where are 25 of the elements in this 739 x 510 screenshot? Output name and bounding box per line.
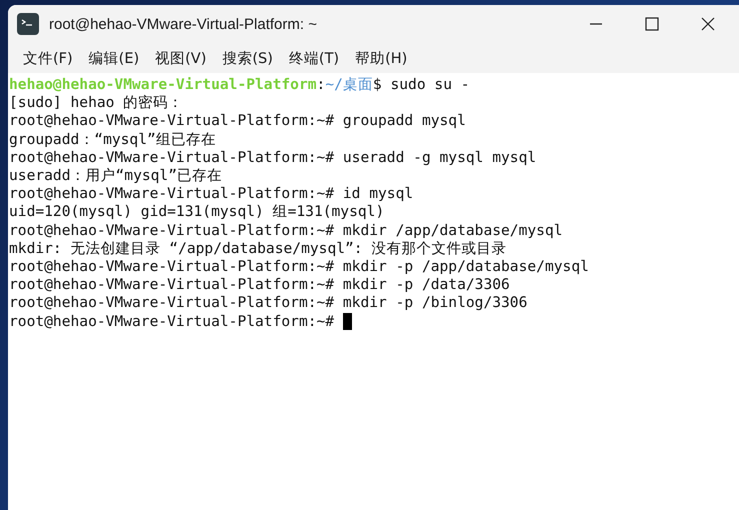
terminal-icon: [17, 13, 39, 35]
maximize-icon: [645, 17, 659, 31]
terminal-line: mkdir: 无法创建目录 “/app/database/mysql”: 没有那个文件或目录: [9, 240, 508, 258]
menu-item[interactable]: 视图(V): [147, 44, 214, 72]
terminal-line: root@hehao-VMware-Virtual-Platform:~# mkdir -p /binlog/3306: [9, 294, 528, 313]
window-title: root@hehao-VMware-Virtual-Platform: ~: [49, 16, 318, 32]
text-cursor: [343, 313, 352, 330]
terminal-line: uid=120(mysql) gid=131(mysql) 组=131(mysql): [9, 203, 386, 222]
terminal-line: groupadd：“mysql”组已存在: [9, 130, 217, 149]
terminal-line: root@hehao-VMware-Virtual-Platform:~# useradd -g mysql mysql: [9, 148, 538, 168]
menu-item[interactable]: 编辑(E): [80, 44, 148, 72]
terminal-line: useradd：用户“mysql”已存在: [9, 167, 224, 186]
terminal-line: hehao@hehao-VMware-Virtual-Platform:~/桌面$ sudo su -: [9, 76, 471, 94]
menu-item[interactable]: 搜索(S): [214, 44, 281, 72]
terminal-prompt: root@hehao-VMware-Virtual-Platform:~#: [9, 312, 334, 331]
terminal-line: root@hehao-VMware-Virtual-Platform:~# mkdir -p /data/3306: [9, 276, 511, 294]
menu-item[interactable]: 帮助(H): [347, 44, 416, 72]
terminal-line: root@hehao-VMware-Virtual-Platform:~# mkdir /app/database/mysql: [9, 222, 564, 240]
terminal-line: root@hehao-VMware-Virtual-Platform:~# groupadd mysql: [9, 112, 467, 131]
terminal-line: [sudo] hehao 的密码：: [9, 94, 184, 112]
menu-item[interactable]: 终端(T): [280, 44, 348, 72]
terminal-line: root@hehao-VMware-Virtual-Platform:~# id mysql: [9, 185, 414, 204]
terminal-line: root@hehao-VMware-Virtual-Platform:~# mkdir -p /app/database/mysql: [9, 258, 590, 276]
menu-item[interactable]: 文件(F): [15, 44, 81, 72]
close-icon: [701, 17, 715, 31]
